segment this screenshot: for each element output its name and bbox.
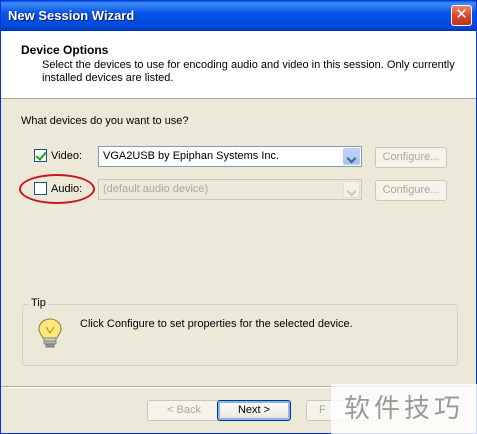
video-device-select[interactable]: VGA2USB by Epiphan Systems Inc. bbox=[98, 146, 362, 167]
lightbulb-tip-icon bbox=[38, 318, 62, 348]
video-device-value: VGA2USB by Epiphan Systems Inc. bbox=[103, 150, 280, 162]
video-label[interactable]: Video: bbox=[51, 150, 82, 162]
close-icon: ✕ bbox=[455, 6, 468, 23]
audio-device-select[interactable]: (default audio device) bbox=[98, 179, 362, 200]
video-configure-button[interactable]: Configure... bbox=[375, 147, 447, 168]
wizard-window: New Session Wizard ✕ Device Options Sele… bbox=[0, 0, 477, 434]
next-button[interactable]: Next > bbox=[217, 400, 291, 421]
audio-device-value: (default audio device) bbox=[103, 183, 209, 195]
page-description: Select the devices to use for encoding a… bbox=[42, 59, 455, 84]
devices-question: What devices do you want to use? bbox=[21, 115, 189, 127]
chevron-down-icon[interactable] bbox=[343, 148, 360, 165]
tip-groupbox bbox=[22, 304, 458, 366]
close-button[interactable]: ✕ bbox=[451, 5, 472, 26]
title-bar[interactable]: New Session Wizard ✕ bbox=[1, 1, 476, 31]
video-checkbox[interactable] bbox=[34, 149, 47, 162]
watermark-overlay: 软件技巧 bbox=[331, 384, 477, 434]
audio-configure-button[interactable]: Configure... bbox=[375, 180, 447, 201]
window-title: New Session Wizard bbox=[8, 8, 135, 23]
page-title: Device Options bbox=[21, 43, 109, 57]
wizard-header: Device Options Select the devices to use… bbox=[1, 31, 476, 99]
highlight-circle-annotation bbox=[19, 174, 95, 204]
back-button[interactable]: < Back bbox=[147, 400, 221, 421]
tip-text: Click Configure to set properties for th… bbox=[80, 318, 353, 330]
chevron-down-icon[interactable] bbox=[343, 181, 360, 198]
tip-legend: Tip bbox=[29, 297, 48, 309]
